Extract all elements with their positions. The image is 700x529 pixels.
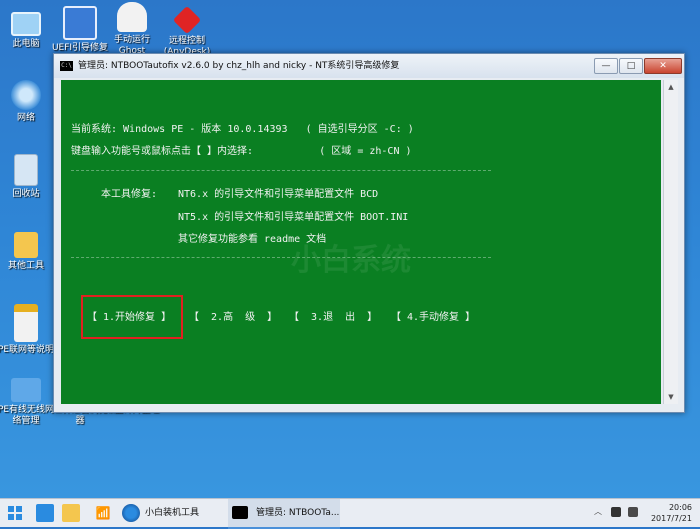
network-icon	[11, 80, 41, 110]
scroll-down-arrow-icon[interactable]: ▼	[664, 390, 678, 404]
network-manager-icon	[11, 378, 41, 402]
file-explorer-icon[interactable]	[62, 504, 80, 522]
desktop-icon-label: 其他工具	[7, 261, 44, 271]
repair-nt5-text: NT5.x 的引导文件和引导菜单配置文件 BOOT.INI	[178, 212, 409, 223]
console-window: C:\ 管理员: NTBOOTautofix v2.6.0 by chz_hlh…	[53, 53, 685, 413]
desktop-icon-label: 网络	[16, 113, 35, 123]
cmd-icon: C:\	[60, 61, 73, 71]
computer-icon	[11, 12, 41, 36]
taskbar: 📶 小白装机工具 管理员: NTBOOTa... ︿ 20:06 2017/7/…	[0, 498, 700, 529]
desktop-icon-network[interactable]: 网络	[0, 80, 58, 124]
minimize-button[interactable]: —	[594, 58, 618, 74]
desktop-icon-label: PE联网等说明	[0, 345, 55, 355]
menu-manual-repair[interactable]: 【 4.手动修复 】	[391, 308, 475, 323]
window-titlebar[interactable]: C:\ 管理员: NTBOOTautofix v2.6.0 by chz_hlh…	[54, 54, 684, 78]
clock[interactable]: 20:06 2017/7/21	[651, 502, 692, 524]
clock-time: 20:06	[668, 503, 692, 512]
readme-text: 其它修复功能参看 readme 文档	[178, 234, 327, 245]
desktop-switch-icon[interactable]	[36, 504, 54, 522]
wireless-icon[interactable]: 📶	[94, 504, 112, 522]
xiaobai-icon	[122, 504, 140, 522]
taskbar-item-ntbootautofix[interactable]: 管理员: NTBOOTa...	[256, 499, 339, 527]
menu-start-repair[interactable]: 【 1.开始修复 】	[87, 308, 171, 323]
tool-repair-label: 本工具修复:	[101, 189, 158, 200]
current-system-line: 当前系统: Windows PE - 版本 10.0.14393 ( 自选引导分…	[71, 124, 414, 135]
menu-exit[interactable]: 【 3.退 出 】	[289, 308, 377, 323]
console-area[interactable]: 小白系统 当前系统: Windows PE - 版本 10.0.14393 ( …	[61, 80, 661, 404]
close-button[interactable]: ✕	[644, 58, 682, 74]
tray-volume-icon[interactable]	[628, 507, 638, 517]
ghost-icon	[117, 2, 147, 32]
repair-nt6-text: NT6.x 的引导文件和引导菜单配置文件 BCD	[178, 189, 379, 200]
desktop-icon-pe-network-doc[interactable]: PE联网等说明	[0, 304, 58, 356]
maximize-button[interactable]: □	[619, 58, 643, 74]
folder-icon	[14, 232, 38, 258]
taskbar-item-xiaobai[interactable]: 小白装机工具	[145, 499, 199, 527]
desktop-icon-other-tools[interactable]: 其他工具	[0, 232, 58, 272]
tray-chevron-icon[interactable]: ︿	[594, 506, 604, 518]
window-title: 管理员: NTBOOTautofix v2.6.0 by chz_hlh and…	[78, 61, 400, 71]
uefi-repair-icon	[63, 6, 97, 40]
pdf-icon	[14, 304, 38, 342]
divider-bottom	[71, 257, 491, 258]
desktop-icon-label: 回收站	[12, 189, 40, 199]
scroll-up-arrow-icon[interactable]: ▲	[664, 80, 678, 94]
prompt-line: 键盘输入功能号或鼠标点击【 】内选择: ( 区域 = zh-CN )	[71, 146, 412, 157]
divider-top	[71, 170, 491, 171]
recycle-bin-icon	[14, 154, 38, 186]
clock-date: 2017/7/21	[650, 514, 692, 523]
menu-advanced[interactable]: 【 2.高 级 】	[189, 308, 277, 323]
desktop-icon-recycle-bin[interactable]: 回收站	[0, 154, 58, 200]
vertical-scrollbar[interactable]: ▲ ▼	[663, 80, 678, 404]
cmd-taskbar-icon	[232, 506, 248, 519]
tray-app-icon[interactable]	[611, 507, 621, 517]
start-button[interactable]	[8, 506, 22, 520]
desktop-icon-anydesk[interactable]: 远程控制 (AnyDesk)	[155, 5, 219, 58]
anydesk-icon	[172, 5, 202, 35]
